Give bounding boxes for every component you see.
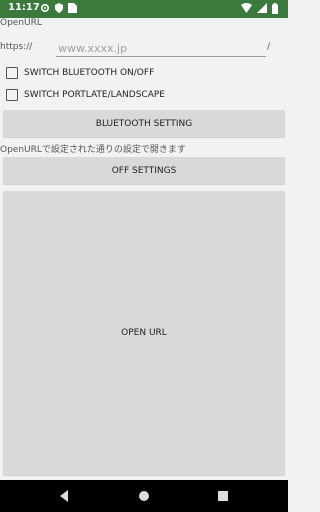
status-time: 11:17 (8, 2, 40, 13)
off-settings-button[interactable]: OFF SETTINGS (3, 157, 285, 184)
bluetooth-setting-button[interactable]: BLUETOOTH SETTING (3, 110, 285, 137)
orientation-switch-row[interactable]: SWITCH PORTLATE/LANDSCAPE (6, 87, 165, 103)
url-prefix: https:// (0, 42, 33, 52)
orientation-checkbox[interactable] (6, 89, 18, 101)
battery-icon (272, 3, 278, 14)
sim-card-icon (68, 3, 77, 13)
home-icon[interactable] (138, 489, 150, 503)
info-text: OpenURLで設定された通りの設定で開きます (0, 145, 186, 155)
orientation-checkbox-label: SWITCH PORTLATE/LANDSCAPE (24, 90, 165, 100)
back-icon[interactable] (58, 489, 70, 503)
recents-icon[interactable] (217, 489, 229, 503)
url-input[interactable] (56, 40, 266, 57)
status-bar: 11:17 (0, 0, 288, 18)
wifi-icon (241, 3, 252, 13)
gear-icon (40, 3, 50, 13)
bluetooth-checkbox[interactable] (6, 67, 18, 79)
app-label: OpenURL (0, 18, 42, 28)
url-row: https:// / (0, 40, 288, 60)
open-url-button[interactable]: OPEN URL (3, 191, 285, 475)
url-suffix: / (267, 42, 271, 52)
shield-icon (55, 3, 63, 13)
signal-icon (257, 3, 267, 13)
bluetooth-switch-row[interactable]: SWITCH BLUETOOTH ON/OFF (6, 65, 154, 81)
bluetooth-checkbox-label: SWITCH BLUETOOTH ON/OFF (24, 68, 155, 78)
nav-bar (0, 480, 288, 512)
